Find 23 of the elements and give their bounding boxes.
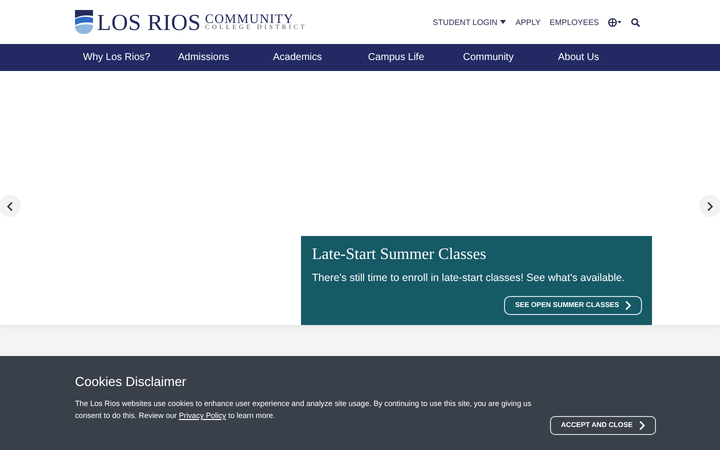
utility-link[interactable]: EMPLOYEES (550, 18, 599, 26)
nav-link[interactable]: Why Los Rios? (83, 52, 150, 63)
search-icon[interactable] (631, 18, 640, 26)
slide-text: There's still time to enroll in late-start classes! See what's available. (312, 272, 626, 284)
chevron-right-icon (625, 301, 631, 310)
nav-link[interactable]: About Us (558, 52, 600, 63)
nav-link[interactable]: Admissions (178, 52, 230, 63)
chevron-right-icon (707, 202, 713, 210)
nav-link[interactable]: Campus Life (368, 52, 424, 63)
nav-link[interactable]: Community (463, 52, 514, 63)
logo-name: LOS RIOS (97, 10, 202, 34)
next-slide-button[interactable] (699, 195, 720, 217)
nav-link[interactable]: Academics (273, 52, 322, 63)
utility-link[interactable]: STUDENT LOGIN (432, 18, 506, 26)
cookies-title: Cookies Disclaimer (75, 374, 188, 389)
slide-title: Late-Start Summer Classes (312, 246, 488, 264)
chevron-right-icon (638, 421, 645, 430)
logo-mark-icon (75, 10, 93, 34)
previous-slide-button[interactable] (0, 195, 21, 217)
language-menu-icon[interactable] (608, 18, 622, 26)
logo-subtitle: COMMUNITY (205, 12, 294, 26)
chevron-left-icon (7, 202, 13, 210)
utility-link[interactable]: APPLY (515, 18, 541, 26)
